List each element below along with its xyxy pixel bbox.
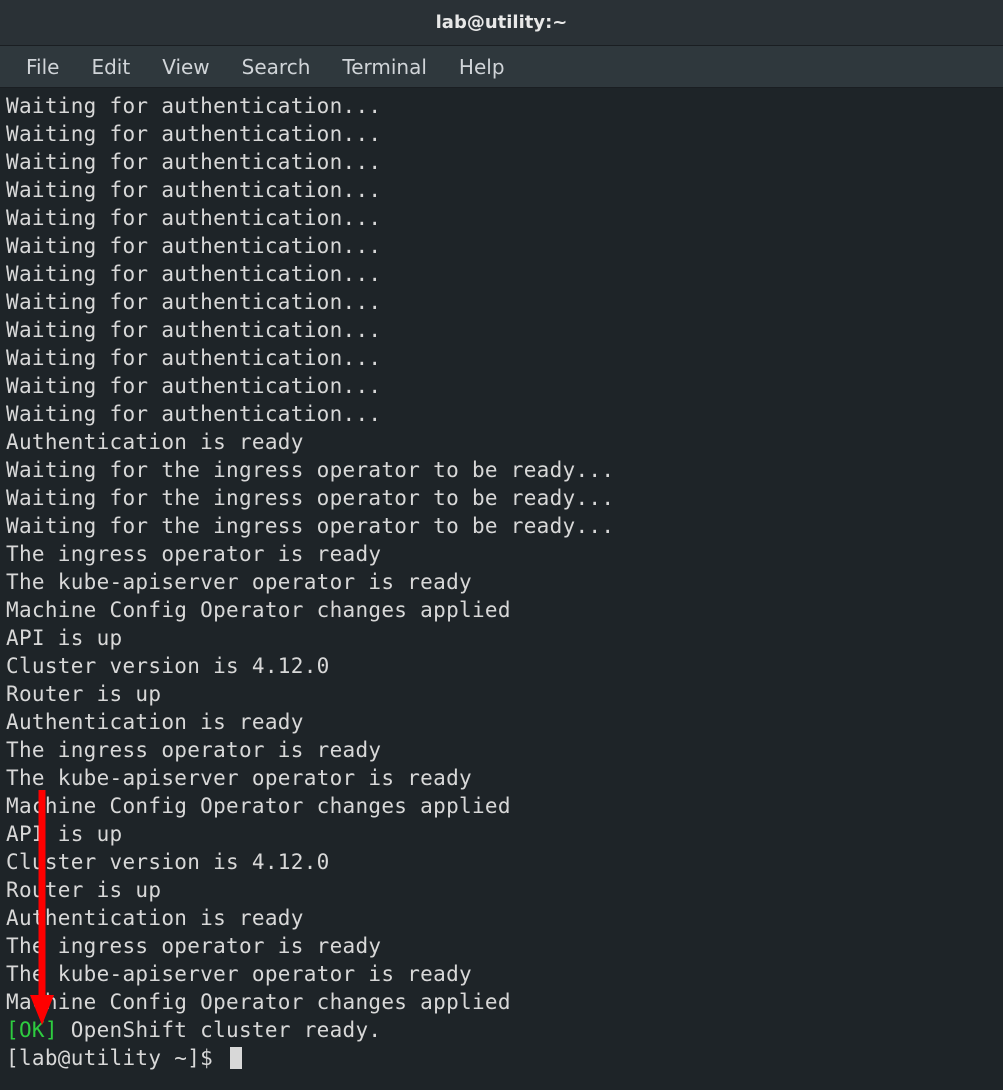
menubar: File Edit View Search Terminal Help xyxy=(0,46,1003,88)
terminal-line: Authentication is ready xyxy=(6,708,997,736)
terminal-line: Cluster version is 4.12.0 xyxy=(6,652,997,680)
terminal-line: The ingress operator is ready xyxy=(6,540,997,568)
menu-search[interactable]: Search xyxy=(226,49,327,85)
terminal-line: The ingress operator is ready xyxy=(6,736,997,764)
terminal-line: Waiting for authentication... xyxy=(6,400,997,428)
terminal-line: Router is up xyxy=(6,876,997,904)
terminal-line: Waiting for authentication... xyxy=(6,316,997,344)
terminal-line: API is up xyxy=(6,624,997,652)
terminal-line: Waiting for authentication... xyxy=(6,176,997,204)
terminal-line: Waiting for authentication... xyxy=(6,288,997,316)
window-title: lab@utility:~ xyxy=(436,12,568,33)
menu-help[interactable]: Help xyxy=(443,49,521,85)
terminal-line: Cluster version is 4.12.0 xyxy=(6,848,997,876)
ok-message: OpenShift cluster ready. xyxy=(58,1018,382,1042)
window-titlebar: lab@utility:~ xyxy=(0,0,1003,46)
terminal-line: The kube-apiserver operator is ready xyxy=(6,960,997,988)
terminal-line: Waiting for the ingress operator to be r… xyxy=(6,512,997,540)
terminal-line: Authentication is ready xyxy=(6,428,997,456)
terminal-prompt-line: [lab@utility ~]$ xyxy=(6,1044,997,1072)
terminal-line: Router is up xyxy=(6,680,997,708)
terminal-line: Waiting for authentication... xyxy=(6,372,997,400)
terminal-line: Machine Config Operator changes applied xyxy=(6,988,997,1016)
menu-file[interactable]: File xyxy=(10,49,75,85)
terminal-output[interactable]: Waiting for authentication... Waiting fo… xyxy=(0,88,1003,1090)
menu-edit[interactable]: Edit xyxy=(75,49,146,85)
terminal-line: The ingress operator is ready xyxy=(6,932,997,960)
terminal-line: Waiting for authentication... xyxy=(6,120,997,148)
terminal-line: Waiting for authentication... xyxy=(6,260,997,288)
terminal-line: Waiting for the ingress operator to be r… xyxy=(6,484,997,512)
terminal-line: Waiting for the ingress operator to be r… xyxy=(6,456,997,484)
shell-prompt: [lab@utility ~]$ xyxy=(6,1044,226,1072)
terminal-line: API is up xyxy=(6,820,997,848)
cursor-icon xyxy=(230,1047,242,1069)
terminal-line: The kube-apiserver operator is ready xyxy=(6,764,997,792)
terminal-line: Machine Config Operator changes applied xyxy=(6,792,997,820)
terminal-line: Waiting for authentication... xyxy=(6,204,997,232)
terminal-line: Waiting for authentication... xyxy=(6,344,997,372)
terminal-line: Waiting for authentication... xyxy=(6,232,997,260)
terminal-line: Waiting for authentication... xyxy=(6,148,997,176)
terminal-line: Machine Config Operator changes applied xyxy=(6,596,997,624)
terminal-line: Authentication is ready xyxy=(6,904,997,932)
terminal-line: Waiting for authentication... xyxy=(6,92,997,120)
ok-status: [OK] xyxy=(6,1018,58,1042)
terminal-ok-line: [OK] OpenShift cluster ready. xyxy=(6,1016,997,1044)
menu-view[interactable]: View xyxy=(146,49,225,85)
terminal-line: The kube-apiserver operator is ready xyxy=(6,568,997,596)
menu-terminal[interactable]: Terminal xyxy=(326,49,443,85)
